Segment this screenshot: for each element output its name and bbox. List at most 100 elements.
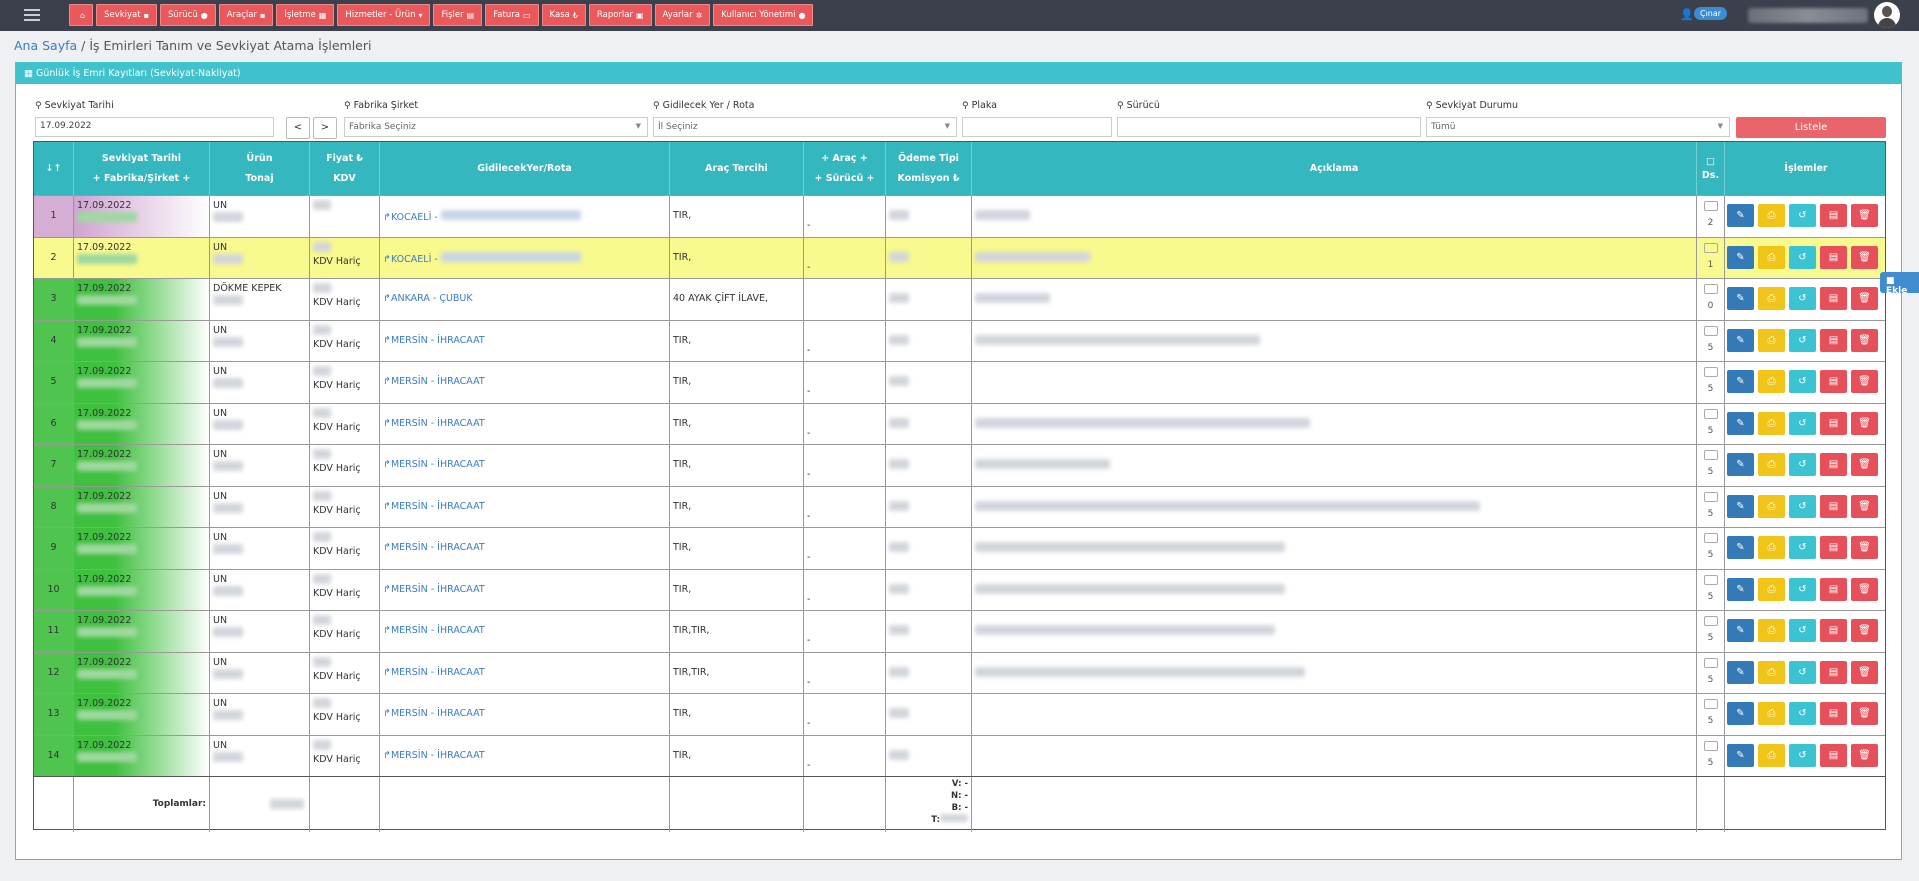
- row-assign[interactable]: -: [804, 694, 886, 735]
- pdf-button[interactable]: ▤: [1820, 245, 1847, 269]
- driver-input[interactable]: [1117, 117, 1421, 137]
- row-assign[interactable]: -: [804, 320, 886, 362]
- history-button[interactable]: ↺: [1789, 453, 1816, 476]
- nav-button-kasa[interactable]: Kasa ₺: [541, 4, 586, 26]
- row-messages[interactable]: 0: [1697, 279, 1725, 320]
- edit-button[interactable]: ✎: [1727, 245, 1754, 269]
- edit-button[interactable]: ✎: [1727, 619, 1754, 642]
- add-button[interactable]: ■ Ekle: [1880, 272, 1919, 296]
- edit-button[interactable]: ✎: [1727, 702, 1754, 725]
- delete-button[interactable]: 🗑: [1851, 743, 1878, 767]
- history-button[interactable]: ↺: [1789, 411, 1816, 435]
- row-assign[interactable]: -: [804, 735, 886, 777]
- pdf-button[interactable]: ▤: [1820, 287, 1847, 310]
- row-route[interactable]: ↱MERSİN - İHRACAAT: [380, 528, 670, 569]
- delete-button[interactable]: 🗑: [1851, 702, 1878, 725]
- pdf-button[interactable]: ▤: [1820, 411, 1847, 435]
- row-route[interactable]: ↱MERSİN - İHRACAAT: [380, 611, 670, 652]
- nav-button-i-şletme[interactable]: İşletme ▦: [276, 4, 335, 26]
- hamburger-menu-icon[interactable]: [24, 9, 40, 21]
- pdf-button[interactable]: ▤: [1820, 370, 1847, 393]
- list-button[interactable]: Listele: [1736, 117, 1886, 138]
- prev-day-button[interactable]: <: [286, 117, 310, 139]
- table-row[interactable]: 8 17.09.2022 UN KDV Hariç ↱MERSİN - İHRA…: [34, 485, 1885, 528]
- pdf-button[interactable]: ▤: [1820, 536, 1847, 559]
- edit-button[interactable]: ✎: [1727, 660, 1754, 684]
- row-assign[interactable]: [804, 279, 886, 320]
- row-route[interactable]: ↱MERSİN - İHRACAAT: [380, 652, 670, 694]
- history-button[interactable]: ↺: [1789, 743, 1816, 767]
- history-button[interactable]: ↺: [1789, 494, 1816, 518]
- avatar[interactable]: [1874, 2, 1900, 28]
- row-date[interactable]: 17.09.2022: [74, 403, 210, 445]
- table-row[interactable]: 10 17.09.2022 UN KDV Hariç ↱MERSİN - İHR…: [34, 568, 1885, 611]
- table-row[interactable]: 14 17.09.2022 UN KDV Hariç ↱MERSİN - İHR…: [34, 734, 1885, 777]
- company-select[interactable]: Fabrika Seçiniz ▼: [344, 117, 648, 137]
- history-button[interactable]: ↺: [1789, 328, 1816, 352]
- print-button[interactable]: ⎙: [1758, 702, 1785, 725]
- nav-button-ayarlar[interactable]: Ayarlar ✲: [654, 4, 711, 26]
- edit-button[interactable]: ✎: [1727, 411, 1754, 435]
- row-route[interactable]: ↱MERSİN - İHRACAAT: [380, 569, 670, 611]
- print-button[interactable]: ⎙: [1758, 660, 1785, 684]
- row-date[interactable]: 17.09.2022: [74, 694, 210, 735]
- next-day-button[interactable]: >: [313, 117, 337, 139]
- nav-button-sevkiyat[interactable]: Sevkiyat ▪: [96, 4, 158, 26]
- table-row[interactable]: 9 17.09.2022 UN KDV Hariç ↱MERSİN - İHRA…: [34, 527, 1885, 569]
- row-date[interactable]: 17.09.2022: [74, 196, 210, 237]
- row-route[interactable]: ↱MERSİN - İHRACAAT: [380, 403, 670, 445]
- edit-button[interactable]: ✎: [1727, 536, 1754, 559]
- nav-button-araçlar[interactable]: Araçlar ▪: [218, 4, 274, 26]
- print-button[interactable]: ⎙: [1758, 743, 1785, 767]
- row-messages[interactable]: 5: [1697, 735, 1725, 777]
- table-row[interactable]: 2 17.09.2022 UN KDV Hariç ↱KOCAELİ - TIR…: [34, 236, 1885, 279]
- pdf-button[interactable]: ▤: [1820, 702, 1847, 725]
- delete-button[interactable]: 🗑: [1851, 328, 1878, 352]
- row-messages[interactable]: 5: [1697, 569, 1725, 611]
- history-button[interactable]: ↺: [1789, 619, 1816, 642]
- table-row[interactable]: 7 17.09.2022 UN KDV Hariç ↱MERSİN - İHRA…: [34, 444, 1885, 486]
- row-date[interactable]: 17.09.2022: [74, 486, 210, 528]
- row-date[interactable]: 17.09.2022: [74, 237, 210, 279]
- delete-button[interactable]: 🗑: [1851, 660, 1878, 684]
- row-route[interactable]: ↱KOCAELİ -: [380, 237, 670, 279]
- nav-button-raporlar[interactable]: Raporlar ▣: [588, 4, 652, 26]
- row-assign[interactable]: -: [804, 652, 886, 694]
- delete-button[interactable]: 🗑: [1851, 577, 1878, 601]
- row-messages[interactable]: 1: [1697, 237, 1725, 279]
- row-assign[interactable]: -: [804, 362, 886, 403]
- row-messages[interactable]: 5: [1697, 320, 1725, 362]
- col-messages[interactable]: □ Ds.: [1697, 142, 1725, 195]
- row-route[interactable]: ↱MERSİN - İHRACAAT: [380, 320, 670, 362]
- table-row[interactable]: 1 17.09.2022 UN ↱KOCAELİ - TIR, - 2 ✎ ⎙ …: [34, 195, 1885, 237]
- col-product[interactable]: Ürün Tonaj: [210, 142, 310, 195]
- col-payment[interactable]: Ödeme Tipi Komisyon ₺: [886, 142, 972, 195]
- table-row[interactable]: 5 17.09.2022 UN KDV Hariç ↱MERSİN - İHRA…: [34, 361, 1885, 403]
- print-button[interactable]: ⎙: [1758, 411, 1785, 435]
- print-button[interactable]: ⎙: [1758, 287, 1785, 310]
- plate-input[interactable]: [962, 117, 1112, 137]
- history-button[interactable]: ↺: [1789, 204, 1816, 227]
- pdf-button[interactable]: ▤: [1820, 328, 1847, 352]
- row-date[interactable]: 17.09.2022: [74, 445, 210, 486]
- table-row[interactable]: 13 17.09.2022 UN KDV Hariç ↱MERSİN - İHR…: [34, 693, 1885, 735]
- row-route[interactable]: ↱KOCAELİ -: [380, 196, 670, 237]
- row-messages[interactable]: 5: [1697, 694, 1725, 735]
- delete-button[interactable]: 🗑: [1851, 619, 1878, 642]
- row-assign[interactable]: -: [804, 196, 886, 237]
- nav-button-kullanıcı-yönetimi[interactable]: Kullanıcı Yönetimi ●: [713, 4, 814, 26]
- delete-button[interactable]: 🗑: [1851, 204, 1878, 227]
- edit-button[interactable]: ✎: [1727, 328, 1754, 352]
- row-route[interactable]: ↱ANKARA - ÇUBUK: [380, 279, 670, 320]
- row-route[interactable]: ↱MERSİN - İHRACAAT: [380, 735, 670, 777]
- history-button[interactable]: ↺: [1789, 660, 1816, 684]
- row-date[interactable]: 17.09.2022: [74, 362, 210, 403]
- edit-button[interactable]: ✎: [1727, 743, 1754, 767]
- pdf-button[interactable]: ▤: [1820, 204, 1847, 227]
- pdf-button[interactable]: ▤: [1820, 619, 1847, 642]
- col-description[interactable]: Açıklama: [972, 142, 1697, 195]
- edit-button[interactable]: ✎: [1727, 287, 1754, 310]
- history-button[interactable]: ↺: [1789, 577, 1816, 601]
- print-button[interactable]: ⎙: [1758, 453, 1785, 476]
- row-assign[interactable]: -: [804, 403, 886, 445]
